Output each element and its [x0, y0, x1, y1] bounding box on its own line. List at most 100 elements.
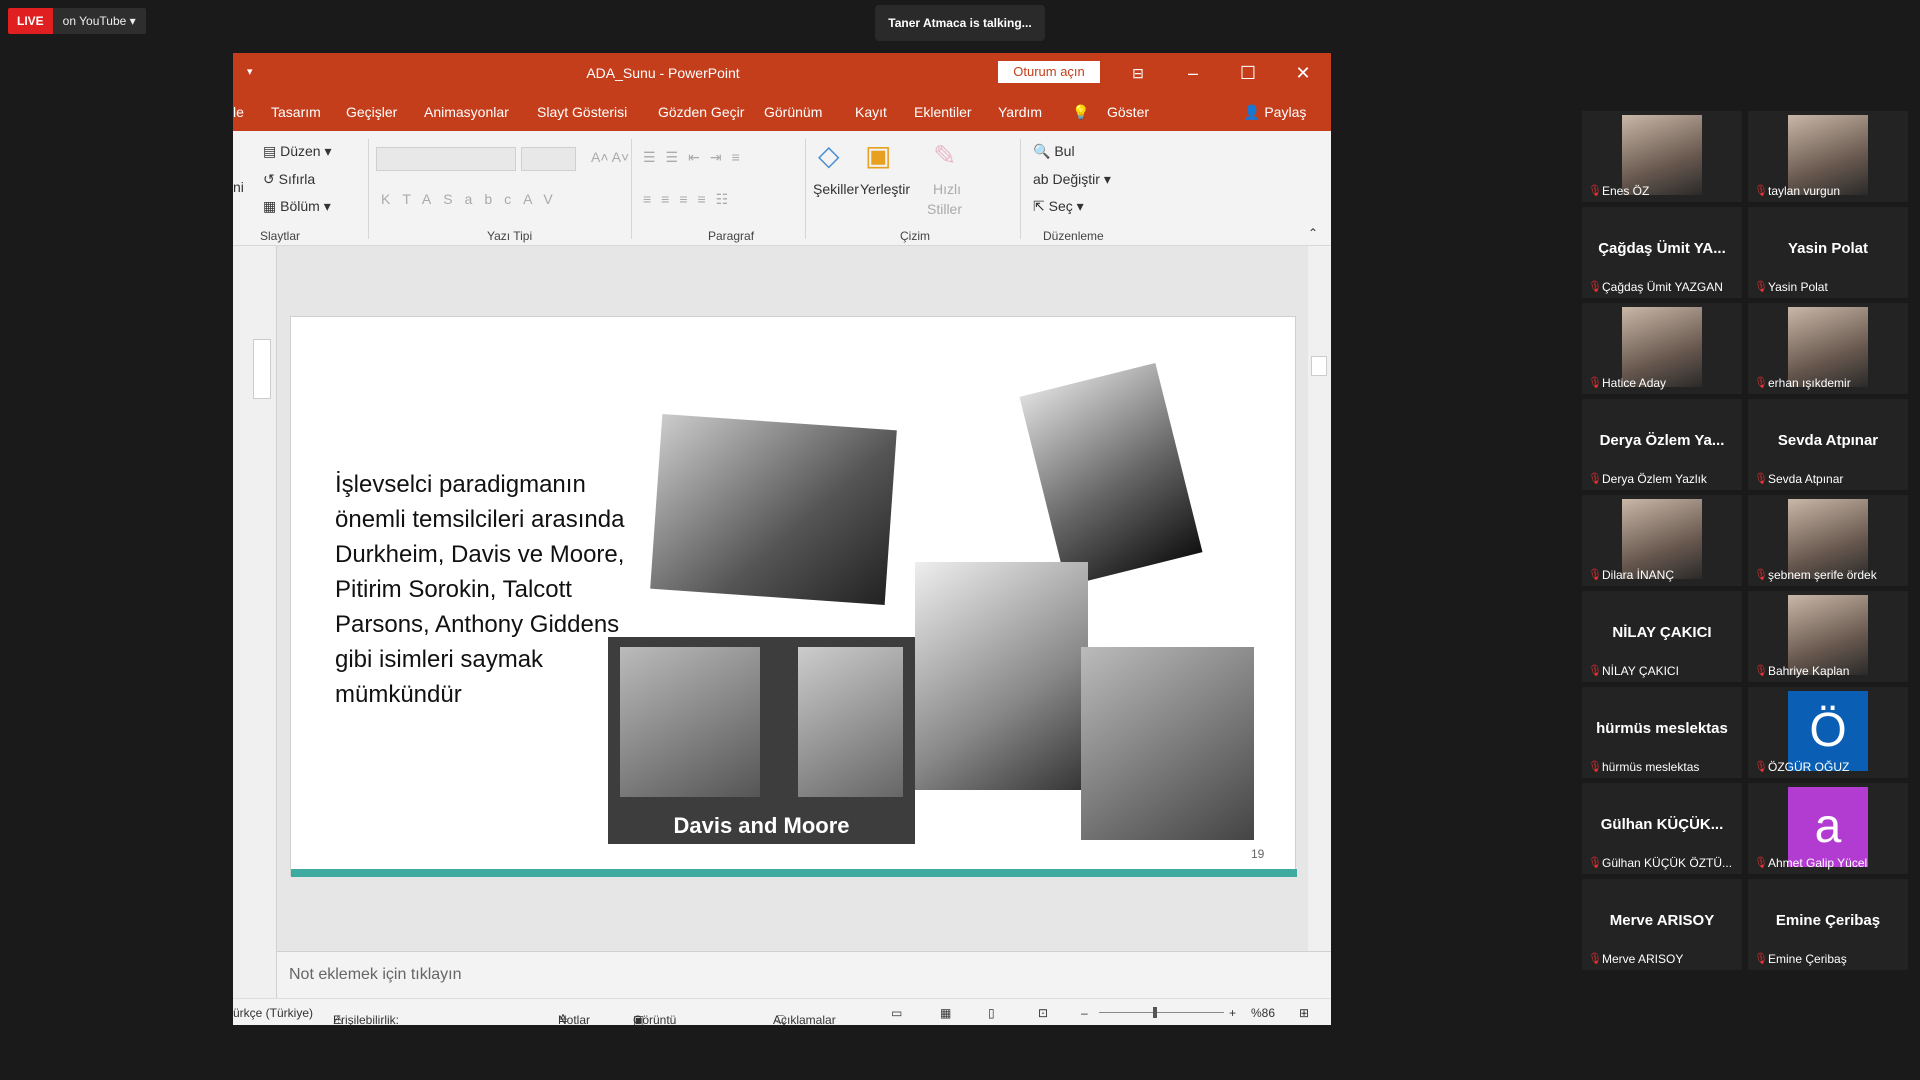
davis-moore-photo[interactable]: Davis and Moore [608, 637, 915, 844]
parsons-photo[interactable] [915, 562, 1088, 790]
zoom-slider-handle[interactable] [1153, 1007, 1157, 1018]
durkheim-photo[interactable] [650, 414, 897, 605]
normal-view-icon[interactable]: ▭ [891, 1006, 902, 1020]
tab-addins[interactable]: Eklentiler [914, 104, 972, 120]
zoom-in-icon[interactable]: + [1229, 1006, 1236, 1020]
participant-video [1622, 307, 1702, 387]
slide[interactable]: İşlevselci paradigmanın önemli temsilcil… [290, 316, 1297, 877]
scroll-thumb[interactable] [1311, 356, 1327, 376]
ribbon-display-icon[interactable]: ⊟ [1118, 59, 1158, 87]
slideshow-view-icon[interactable]: ⊡ [1038, 1006, 1048, 1020]
participant-display-name: Yasin Polat [1787, 240, 1869, 257]
quick-styles-button[interactable]: Hızlı [933, 181, 961, 197]
participant-tile[interactable]: 🎙 Dilara İNANÇ [1582, 495, 1742, 586]
replace-button[interactable]: ab Değiştir ▾ [1033, 171, 1111, 188]
tab-file[interactable]: le [233, 104, 244, 120]
participant-name: erhan ışıkdemir [1768, 376, 1851, 390]
font-size-input[interactable] [521, 147, 576, 171]
vertical-scrollbar[interactable] [1308, 246, 1331, 951]
list-icons[interactable]: ☰☰⇤⇥≡ [643, 149, 750, 166]
minimize-button[interactable]: – [1173, 59, 1213, 87]
fit-slide-icon[interactable]: ⊞ [1299, 1006, 1309, 1020]
participant-tile[interactable]: 🎙 şebnem şerife ördek [1748, 495, 1908, 586]
participant-tile[interactable]: Derya Özlem Ya... 🎙 Derya Özlem Yazlık [1582, 399, 1742, 490]
group-paragraph-label: Paragraf [708, 229, 755, 243]
group-drawing-label: Çizim [900, 229, 930, 243]
participant-tile[interactable]: Gülhan KÜÇÜK... 🎙 Gülhan KÜÇÜK ÖZTÜ... [1582, 783, 1742, 874]
thumbnail-pane[interactable] [233, 246, 277, 998]
grow-font-icon[interactable]: A˄ A˅ [591, 149, 629, 165]
arrange-button[interactable]: Yerleştir [860, 181, 910, 197]
participant-tile[interactable]: 🎙 taylan vurgun [1748, 111, 1908, 202]
participant-tile[interactable]: Ö 🎙 ÖZGÜR OĞUZ [1748, 687, 1908, 778]
muted-mic-icon: 🎙 [1588, 473, 1602, 485]
tab-show[interactable]: Göster [1107, 104, 1149, 120]
layout-button[interactable]: ▤ Düzen ▾ [263, 143, 332, 160]
tab-help[interactable]: Yardım [998, 104, 1042, 120]
tab-animations[interactable]: Animasyonlar [424, 104, 509, 120]
participant-tile[interactable]: a 🎙 Ahmet Galip Yücel [1748, 783, 1908, 874]
shapes-button[interactable]: Şekiller [813, 181, 859, 197]
participant-tile[interactable]: Sevda Atpınar 🎙 Sevda Atpınar [1748, 399, 1908, 490]
live-badge[interactable]: LIVE on YouTube ▾ [8, 8, 146, 34]
participant-tile[interactable]: 🎙 erhan ışıkdemir [1748, 303, 1908, 394]
zoom-level[interactable]: %86 [1251, 1006, 1275, 1020]
select-button[interactable]: ⇱ Seç ▾ [1033, 198, 1084, 215]
slide-sorter-icon[interactable]: ▦ [940, 1006, 951, 1020]
participant-tile[interactable]: 🎙 Bahriye Kaplan [1748, 591, 1908, 682]
participant-tile[interactable]: 🎙 Enes ÖZ [1582, 111, 1742, 202]
close-button[interactable]: ✕ [1283, 59, 1323, 87]
share-button[interactable]: 👤 Paylaş [1243, 104, 1306, 121]
participant-display-name: hürmüs meslektas [1596, 720, 1728, 737]
avatar: Ö [1788, 691, 1868, 771]
tab-transitions[interactable]: Geçişler [346, 104, 397, 120]
participant-display-name: Sevda Atpınar [1777, 432, 1879, 449]
avatar: a [1788, 787, 1868, 867]
participant-video [1788, 307, 1868, 387]
participant-name: Derya Özlem Yazlık [1602, 472, 1707, 486]
participant-tile[interactable]: hürmüs meslektas 🎙 hürmüs meslektas [1582, 687, 1742, 778]
signin-button[interactable]: Oturum açın [998, 61, 1100, 83]
participant-name: şebnem şerife ördek [1768, 568, 1877, 582]
divider [1020, 139, 1021, 239]
pane-scroll-thumb[interactable] [253, 339, 271, 399]
collapse-ribbon-icon[interactable]: ⌃ [1308, 226, 1318, 240]
participant-tile[interactable]: Emine Çeribaş 🎙 Emine Çeribaş [1748, 879, 1908, 970]
ribbon-tabs: le Tasarım Geçişler Animasyonlar Slayt G… [233, 93, 1331, 131]
tab-record[interactable]: Kayıt [855, 104, 887, 120]
participant-tile[interactable]: NİLAY ÇAKICI 🎙 NİLAY ÇAKICI [1582, 591, 1742, 682]
find-button[interactable]: 🔍 Bul [1033, 143, 1075, 160]
new-slide-label[interactable]: ni [233, 179, 244, 195]
moore-photo [798, 647, 903, 797]
group-editing-label: Düzenleme [1043, 229, 1104, 243]
section-button[interactable]: ▦ Bölüm ▾ [263, 198, 331, 215]
tab-view[interactable]: Görünüm [764, 104, 822, 120]
youtube-dropdown[interactable]: on YouTube ▾ [52, 8, 146, 34]
muted-mic-icon: 🎙 [1754, 665, 1768, 677]
participant-name: Gülhan KÜÇÜK ÖZTÜ... [1602, 856, 1733, 870]
zoom-out-icon[interactable]: – [1081, 1006, 1088, 1020]
tab-design[interactable]: Tasarım [271, 104, 321, 120]
notes-pane[interactable]: Not eklemek için tıklayın [277, 951, 1331, 998]
reading-view-icon[interactable]: ▯ [988, 1006, 995, 1020]
participant-tile[interactable]: Çağdaş Ümit YA... 🎙 Çağdaş Ümit YAZGAN [1582, 207, 1742, 298]
participant-tile[interactable]: 🎙 Hatice Aday [1582, 303, 1742, 394]
sorokin-photo[interactable] [1081, 647, 1254, 840]
tab-review[interactable]: Gözden Geçir [658, 104, 744, 120]
slide-body-text[interactable]: İşlevselci paradigmanın önemli temsilcil… [335, 467, 635, 712]
muted-mic-icon: 🎙 [1588, 857, 1602, 869]
language-status[interactable]: ürkçe (Türkiye) [233, 1006, 313, 1020]
zoom-slider[interactable] [1099, 1012, 1224, 1013]
giddens-rotated-photo[interactable] [1019, 362, 1203, 587]
font-name-input[interactable] [376, 147, 516, 171]
muted-mic-icon: 🎙 [1588, 761, 1602, 773]
reset-button[interactable]: ↺ Sıfırla [263, 171, 315, 188]
maximize-button[interactable]: ☐ [1228, 59, 1268, 87]
participant-tile[interactable]: Merve ARISOY 🎙 Merve ARISOY [1582, 879, 1742, 970]
tab-slideshow[interactable]: Slayt Gösterisi [537, 104, 627, 120]
participant-tile[interactable]: Yasin Polat 🎙 Yasin Polat [1748, 207, 1908, 298]
font-format-icons[interactable]: KTASabcAV [381, 191, 565, 207]
divider [631, 139, 632, 239]
divider [368, 139, 369, 239]
align-icons[interactable]: ≡≡≡≡☷ [643, 191, 738, 208]
